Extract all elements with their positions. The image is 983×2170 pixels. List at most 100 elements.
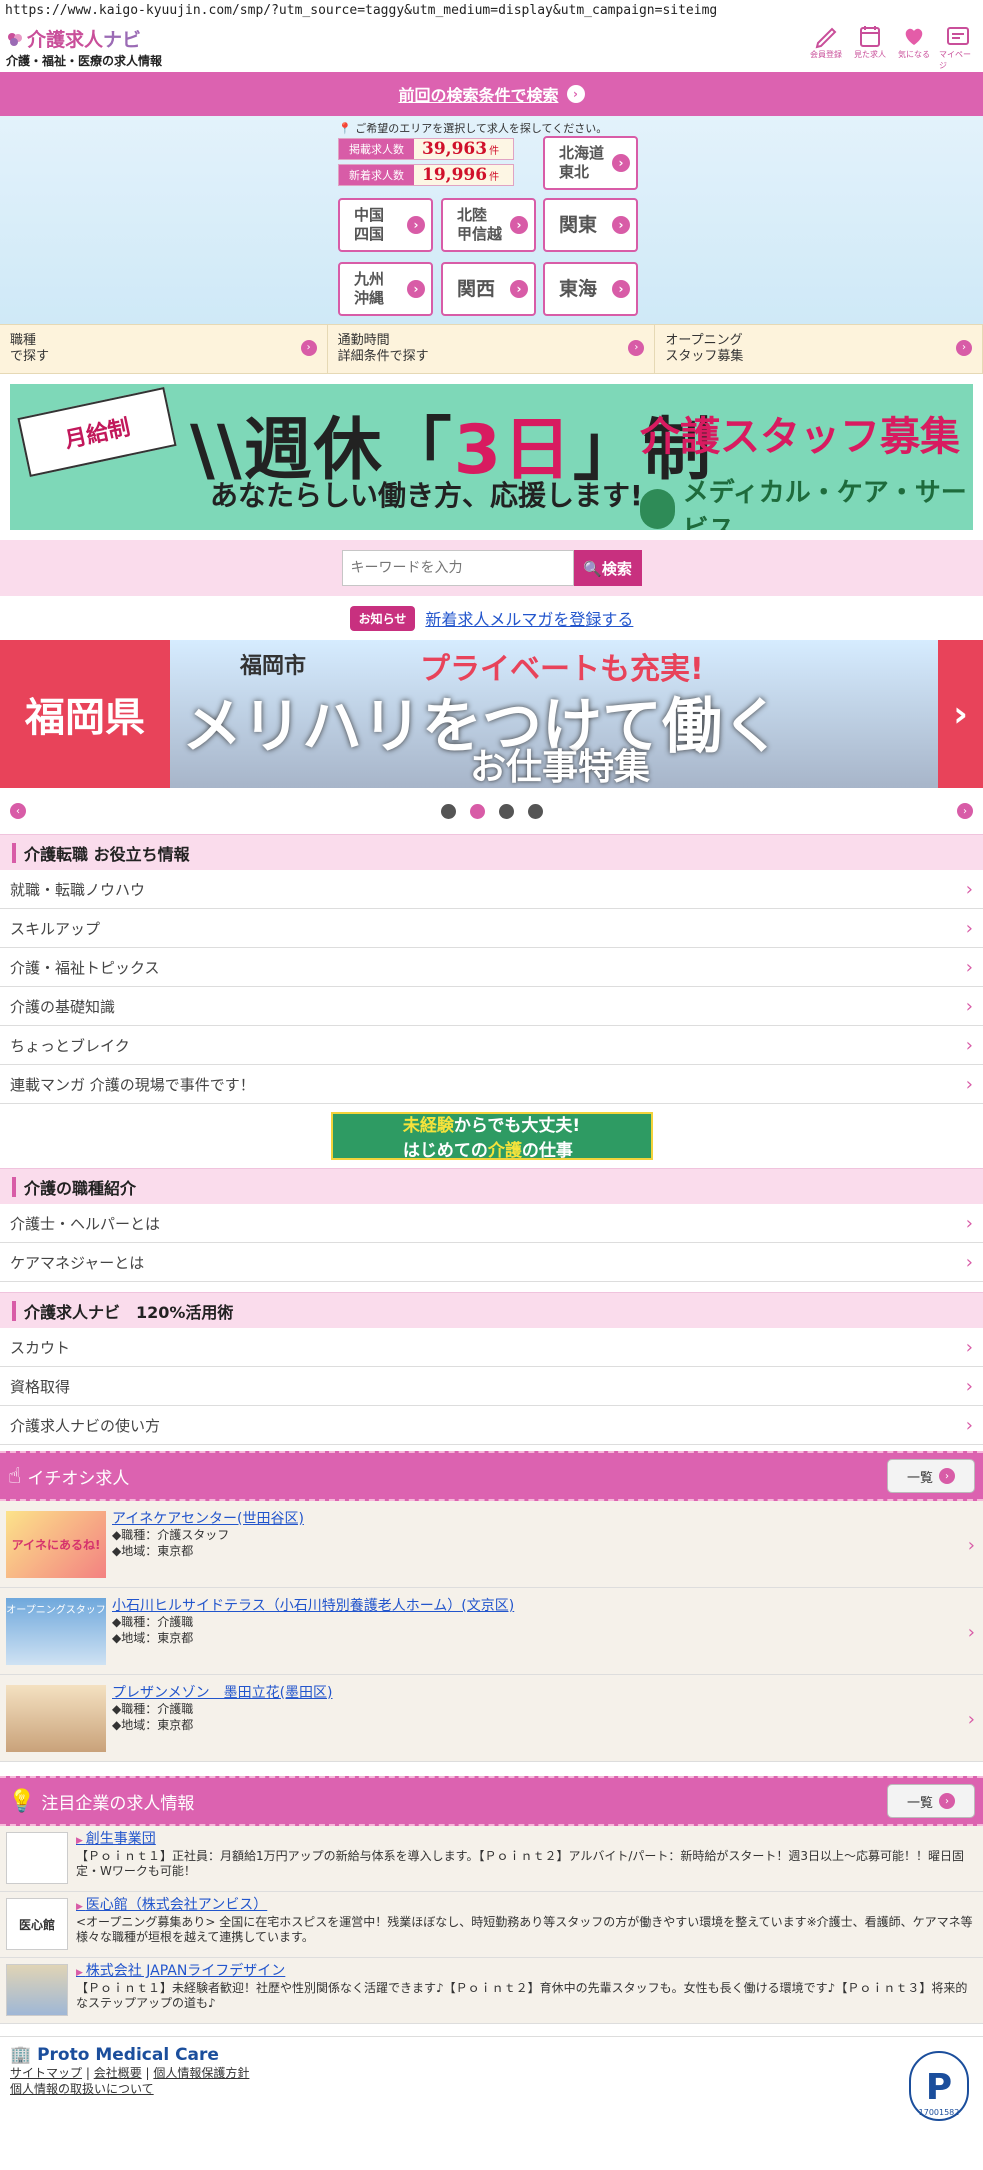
pickup-job[interactable]: オープニングスタッフ 小石川ヒルサイドテラス（小石川特別養護老人ホーム）(文京区… [0, 1588, 983, 1675]
region-hokkaido-tohoku[interactable]: 北海道 東北 › [543, 136, 638, 190]
mini-c: はじめての [402, 1141, 488, 1161]
option-label: 通勤時間 詳細条件で探す [337, 333, 429, 364]
pencil-icon [815, 27, 837, 49]
region-hokuriku-koshinetsu[interactable]: 北陸 甲信越 › [441, 198, 536, 252]
option-label: 職種 で探す [10, 333, 50, 364]
region-kanto[interactable]: 関東 › [543, 198, 638, 252]
region-kyushu-okinawa[interactable]: 九州 沖縄 › [338, 262, 433, 316]
viewed-jobs-button[interactable]: 見た求人 [851, 23, 889, 71]
newsletter-link[interactable]: 新着求人メルマガを登録する [425, 606, 633, 630]
job-intro-item[interactable]: ケアマネジャーとは › [0, 1243, 983, 1282]
privacy-p: P [925, 2067, 953, 2108]
job-thumbnail: オープニングスタッフ [6, 1598, 106, 1665]
job-thumbnail: アイネにあるね! [6, 1511, 106, 1578]
slider-next-button[interactable]: › [957, 803, 973, 819]
site-logo[interactable]: 介護求人ナビ 介護・福祉・医療の求人情報 [6, 25, 162, 69]
slider-dot[interactable] [527, 803, 543, 819]
arrow-right-icon: › [407, 216, 425, 234]
beginner-banner[interactable]: 未経験からでも大丈夫! はじめての介護の仕事 [330, 1112, 653, 1161]
company-desc: 【Ｐｏｉｎｔ１】未経験者歓迎！社歴や性別関係なく活躍できます♪【Ｐｏｉｎｔ２】育… [76, 1981, 968, 2010]
footer-link-sitemap[interactable]: サイトマップ [10, 2066, 82, 2080]
ad-banner-mcs[interactable]: 月給制 \\週休「3日」制 あなたらしい働き方、応援します! 介護スタッフ募集 … [10, 384, 973, 530]
slider-dot[interactable] [440, 803, 456, 819]
footer-link-privacy-handling[interactable]: 個人情報の取扱いについて [10, 2082, 154, 2096]
region-label: 東海 [559, 277, 598, 300]
company-name-link[interactable]: 株式会社 JAPANライフデザイン [76, 1963, 285, 1979]
slide-city: 福岡市 [240, 654, 307, 679]
job-name-link[interactable]: アイネケアセンター(世田谷区) [112, 1511, 304, 1527]
item-label: 介護の基礎知識 [10, 997, 116, 1016]
company-item[interactable]: 株式会社 JAPANライフデザイン【Ｐｏｉｎｔ１】未経験者歓迎！社歴や性別関係な… [0, 1958, 983, 2024]
company-name-link[interactable]: 創生事業団 [76, 1831, 156, 1847]
region-tokai[interactable]: 東海 › [543, 262, 638, 316]
region-label: 関東 [559, 213, 598, 236]
chevron-right-icon: › [967, 1709, 975, 1730]
mini-e: の仕事 [521, 1141, 573, 1161]
companies-list-button[interactable]: 一覧 › [887, 1784, 975, 1818]
notice-badge: お知らせ [349, 605, 416, 631]
company-logo: 医心館 [6, 1898, 68, 1950]
viewed-jobs-label: 見た求人 [854, 50, 886, 59]
tips-item[interactable]: 連載マンガ 介護の現場で事件です！ › [0, 1065, 983, 1104]
pickup-job[interactable]: アイネにあるね! アイネケアセンター(世田谷区) ◆職種：介護スタッフ ◆地域：東京… [0, 1501, 983, 1588]
arrow-right-icon: › [612, 154, 630, 172]
new-count-unit: 件 [489, 171, 500, 183]
howto-item[interactable]: スカウト › [0, 1328, 983, 1367]
tips-item[interactable]: 介護・福祉トピックス › [0, 948, 983, 987]
logo-title-b: ナビ [103, 29, 142, 51]
howto-item[interactable]: 資格取得 › [0, 1367, 983, 1406]
footer-brand-name: Proto Medical Care [37, 2045, 219, 2065]
job-area: ◆地域：東京都 [112, 1718, 194, 1732]
register-button[interactable]: 会員登録 [807, 23, 845, 71]
pickup-job[interactable]: プレザンメゾン 墨田立花(墨田区) ◆職種：介護職 ◆地域：東京都 › [0, 1675, 983, 1762]
chevron-right-icon: › [965, 1212, 973, 1234]
job-name-link[interactable]: 小石川ヒルサイドテラス（小石川特別養護老人ホーム）(文京区) [112, 1598, 514, 1614]
job-area: ◆地域：東京都 [112, 1544, 194, 1558]
company-item[interactable]: 医心館 医心館（株式会社アンビス） <オープニング募集あり> 全国に在宅ホスピスを… [0, 1892, 983, 1958]
search-by-job-type[interactable]: 職種 で探す › [0, 325, 328, 373]
howto-item[interactable]: 介護求人ナビの使い方 › [0, 1406, 983, 1445]
slider-prev-button[interactable]: ‹ [10, 803, 26, 819]
tips-item[interactable]: スキルアップ › [0, 909, 983, 948]
footer-link-privacy-policy[interactable]: 個人情報保護方針 [153, 2066, 249, 2080]
tips-item[interactable]: 就職・転職ノウハウ › [0, 870, 983, 909]
chevron-right-icon: › [965, 995, 973, 1017]
favorites-button[interactable]: 気になる [895, 23, 933, 71]
feature-slider[interactable]: 福岡県 福岡市 プライベートも充実! メリハリをつけて働く お仕事特集 › [0, 640, 983, 788]
mypage-button[interactable]: マイページ [939, 23, 977, 71]
item-label: 介護求人ナビの使い方 [10, 1416, 161, 1435]
url-bar[interactable]: https://www.kaigo-kyuujin.com/smp/?utm_s… [0, 0, 983, 22]
previous-search-button[interactable]: 前回の検索条件で検索 › [0, 72, 983, 116]
keyword-input[interactable] [341, 550, 574, 586]
job-name-link[interactable]: プレザンメゾン 墨田立花(墨田区) [112, 1685, 333, 1701]
search-button[interactable]: 🔍検索 [573, 550, 642, 586]
job-intro-item[interactable]: 介護士・ヘルパーとは › [0, 1204, 983, 1243]
item-label: ちょっとブレイク [10, 1036, 130, 1055]
job-type: ◆職種：介護職 [112, 1702, 194, 1716]
footer-link-company[interactable]: 会社概要 [94, 2066, 142, 2080]
slider-dot-active[interactable] [469, 803, 485, 819]
site-footer: 🏢 Proto Medical Care サイトマップ | 会社概要 | 個人情… [0, 2036, 983, 2136]
slide-next-arrow[interactable]: › [938, 640, 983, 788]
chevron-right-icon: › [965, 1251, 973, 1273]
search-opening-staff[interactable]: オープニング スタッフ募集 › [655, 325, 983, 373]
region-kansai[interactable]: 関西 › [441, 262, 536, 316]
privacy-mark-icon[interactable]: P 17001582 [909, 2051, 969, 2121]
companies-title: 注目企業の求人情報 [41, 1793, 195, 1814]
new-count: 新着求人数 19,996 件 [338, 164, 514, 186]
slider-dot[interactable] [498, 803, 514, 819]
pickup-list-button[interactable]: 一覧 › [887, 1459, 975, 1493]
company-name-link[interactable]: 医心館（株式会社アンビス） [76, 1897, 267, 1913]
tips-item[interactable]: ちょっとブレイク › [0, 1026, 983, 1065]
tips-item[interactable]: 介護の基礎知識 › [0, 987, 983, 1026]
building-icon: 🏢 [10, 2045, 32, 2065]
area-selector: 📍 ご希望のエリアを選択して求人を探してください。 掲載求人数 39,963 件 … [0, 116, 983, 324]
item-label: 連載マンガ 介護の現場で事件です！ [10, 1075, 255, 1094]
region-chugoku-shikoku[interactable]: 中国 四国 › [338, 198, 433, 252]
arrow-right-icon: › [956, 340, 973, 356]
slider-dots [440, 803, 543, 819]
register-label: 会員登録 [810, 50, 842, 59]
company-logo [6, 1964, 68, 2016]
search-by-commute[interactable]: 通勤時間 詳細条件で探す › [328, 325, 656, 373]
company-item[interactable]: 創生事業団【Ｐｏｉｎｔ１】正社員：月額給1万円アップの新給与体系を導入します。【… [0, 1826, 983, 1892]
